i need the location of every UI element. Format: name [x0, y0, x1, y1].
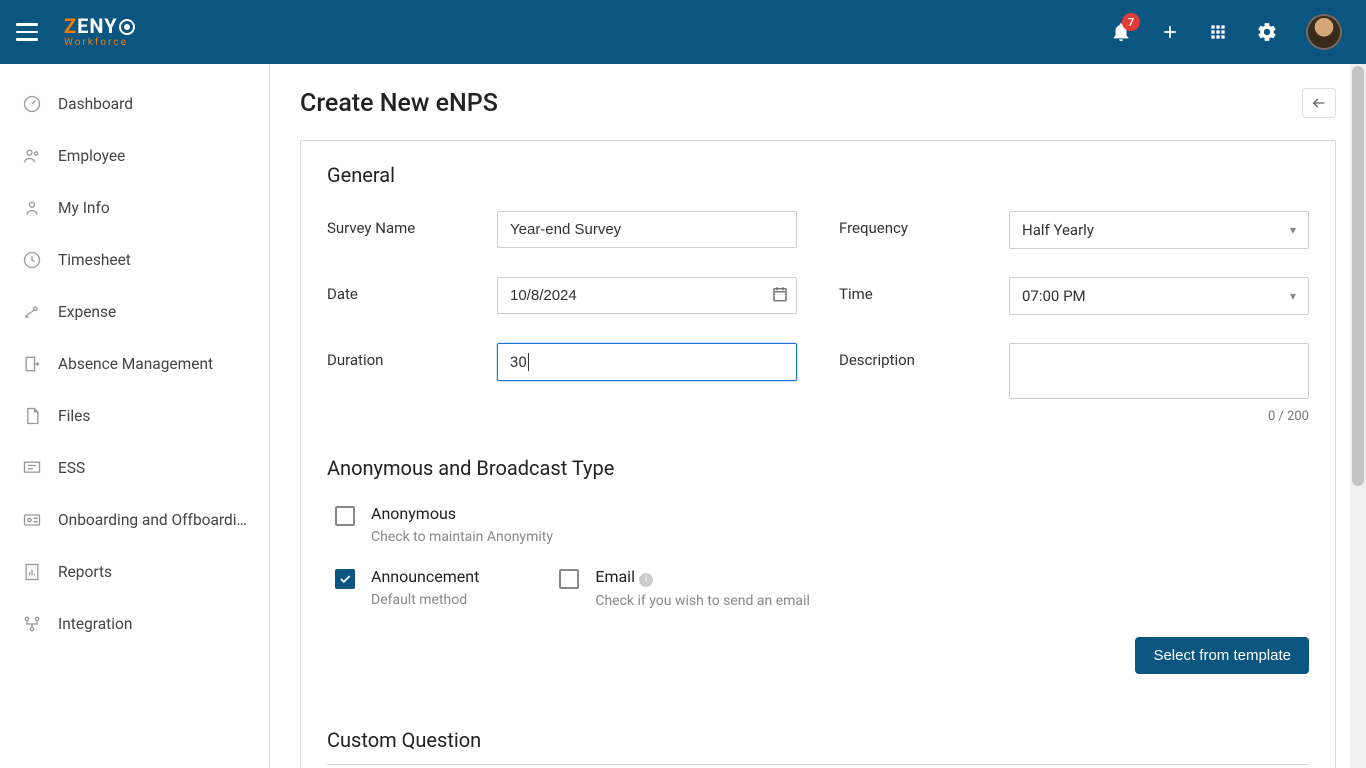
arrow-left-icon	[1310, 95, 1328, 111]
anonymous-label: Anonymous	[371, 504, 553, 523]
brand-logo: ZZENYOENY Workforce	[64, 16, 135, 48]
file-icon	[22, 406, 42, 426]
sidebar-item-dashboard[interactable]: Dashboard	[0, 78, 269, 130]
notification-badge: 7	[1122, 13, 1140, 31]
avatar[interactable]	[1306, 14, 1342, 50]
time-value: 07:00 PM	[1022, 287, 1086, 305]
report-icon	[22, 562, 42, 582]
sidebar-item-label: Onboarding and Offboardi...	[58, 511, 247, 529]
brand-subtitle: Workforce	[64, 38, 135, 48]
apps-grid-icon	[1208, 22, 1228, 42]
announcement-label: Announcement	[371, 567, 479, 586]
sidebar-item-onboarding[interactable]: Onboarding and Offboardi...	[0, 494, 269, 546]
sidebar-item-timesheet[interactable]: Timesheet	[0, 234, 269, 286]
date-label: Date	[327, 277, 497, 303]
user-icon	[22, 198, 42, 218]
section-broadcast-title: Anonymous and Broadcast Type	[327, 456, 1309, 480]
survey-name-input[interactable]	[497, 211, 797, 248]
main-content: Create New eNPS General Survey Name Freq…	[270, 64, 1366, 768]
scrollbar-thumb[interactable]	[1352, 66, 1364, 486]
ess-icon	[22, 458, 42, 478]
sidebar: Dashboard Employee My Info Timesheet Exp…	[0, 64, 270, 768]
anonymous-checkbox[interactable]	[335, 506, 355, 526]
dashboard-icon	[22, 94, 42, 114]
email-label: Emaili	[595, 567, 810, 587]
date-input[interactable]	[497, 277, 797, 314]
sidebar-item-expense[interactable]: Expense	[0, 286, 269, 338]
sidebar-item-label: Files	[58, 407, 90, 425]
sidebar-item-label: Expense	[58, 303, 116, 321]
sidebar-item-label: Absence Management	[58, 355, 213, 373]
sidebar-item-label: My Info	[58, 199, 110, 217]
sidebar-item-label: Timesheet	[58, 251, 131, 269]
time-select[interactable]: 07:00 PM ▾	[1009, 277, 1309, 315]
sidebar-item-reports[interactable]: Reports	[0, 546, 269, 598]
sidebar-item-myinfo[interactable]: My Info	[0, 182, 269, 234]
chevron-down-icon: ▾	[1290, 223, 1296, 237]
section-custom-title: Custom Question	[327, 728, 1309, 752]
sidebar-item-files[interactable]: Files	[0, 390, 269, 442]
sidebar-item-ess[interactable]: ESS	[0, 442, 269, 494]
chevron-down-icon: ▾	[1290, 289, 1296, 303]
frequency-value: Half Yearly	[1022, 221, 1094, 239]
select-template-button[interactable]: Select from template	[1135, 637, 1309, 674]
door-icon	[22, 354, 42, 374]
form-card: General Survey Name Frequency Half Yearl…	[300, 140, 1336, 768]
employee-icon	[22, 146, 42, 166]
announcement-checkbox[interactable]	[335, 569, 355, 589]
page-title: Create New eNPS	[300, 89, 498, 118]
sidebar-item-label: Dashboard	[58, 95, 133, 113]
add-button[interactable]	[1160, 22, 1180, 42]
frequency-select[interactable]: Half Yearly ▾	[1009, 211, 1309, 249]
integration-icon	[22, 614, 42, 634]
menu-toggle[interactable]	[16, 18, 44, 46]
sidebar-item-label: ESS	[58, 459, 85, 477]
description-label: Description	[839, 343, 1009, 369]
info-icon: i	[639, 573, 653, 587]
check-icon	[338, 572, 352, 586]
time-label: Time	[839, 277, 1009, 303]
email-checkbox[interactable]	[559, 569, 579, 589]
sidebar-item-employee[interactable]: Employee	[0, 130, 269, 182]
notifications-button[interactable]: 7	[1110, 21, 1132, 43]
sidebar-item-absence[interactable]: Absence Management	[0, 338, 269, 390]
announcement-help: Default method	[371, 592, 479, 608]
anonymous-help: Check to maintain Anonymity	[371, 529, 553, 545]
id-icon	[22, 510, 42, 530]
back-button[interactable]	[1302, 88, 1336, 118]
plus-icon	[1160, 22, 1180, 42]
char-count: 0 / 200	[1009, 409, 1309, 424]
sidebar-item-label: Reports	[58, 563, 112, 581]
sidebar-item-integration[interactable]: Integration	[0, 598, 269, 650]
calendar-button[interactable]	[771, 285, 789, 307]
email-help: Check if you wish to send an email	[595, 593, 810, 609]
duration-label: Duration	[327, 343, 497, 369]
settings-button[interactable]	[1256, 21, 1278, 43]
sidebar-item-label: Integration	[58, 615, 132, 633]
gear-icon	[1256, 21, 1278, 43]
calendar-icon	[771, 285, 789, 303]
topbar: ZZENYOENY Workforce 7	[0, 0, 1366, 64]
duration-input[interactable]: 30	[497, 343, 797, 381]
clock-icon	[22, 250, 42, 270]
sidebar-item-label: Employee	[58, 147, 125, 165]
survey-name-label: Survey Name	[327, 211, 497, 237]
section-general-title: General	[327, 163, 1309, 187]
expense-icon	[22, 302, 42, 322]
description-textarea[interactable]	[1009, 343, 1309, 399]
apps-button[interactable]	[1208, 22, 1228, 42]
frequency-label: Frequency	[839, 211, 1009, 237]
